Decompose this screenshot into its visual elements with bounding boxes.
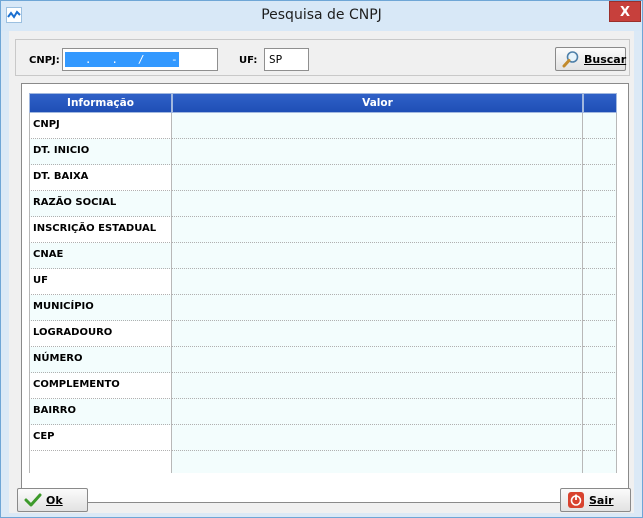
cell-extra [583, 165, 617, 191]
empty-cell [29, 451, 172, 473]
cell-extra [583, 399, 617, 425]
sair-button[interactable]: Sair [560, 488, 631, 512]
cell-extra [583, 347, 617, 373]
table-row[interactable]: CNPJ [29, 113, 617, 139]
cell-valor[interactable] [172, 425, 583, 451]
uf-input[interactable]: SP [264, 48, 309, 71]
cell-valor[interactable] [172, 243, 583, 269]
table-row[interactable]: CNAE [29, 243, 617, 269]
cell-valor[interactable] [172, 217, 583, 243]
cell-extra [583, 269, 617, 295]
table-row[interactable]: LOGRADOURO [29, 321, 617, 347]
cell-informacao[interactable]: RAZÃO SOCIAL [29, 191, 172, 217]
header-extra [583, 93, 617, 113]
cell-valor[interactable] [172, 165, 583, 191]
window-title: Pesquisa de CNPJ [261, 7, 382, 23]
window: Pesquisa de CNPJ X CNPJ: . . / - UF: SP … [0, 0, 643, 518]
cell-informacao[interactable]: DT. INICIO [29, 139, 172, 165]
cell-valor[interactable] [172, 399, 583, 425]
cell-informacao[interactable]: CNPJ [29, 113, 172, 139]
title-bar: Pesquisa de CNPJ X [1, 1, 642, 31]
cell-extra [583, 191, 617, 217]
uf-label: UF: [239, 55, 258, 66]
cell-informacao[interactable]: DT. BAIXA [29, 165, 172, 191]
cell-informacao[interactable]: LOGRADOURO [29, 321, 172, 347]
cell-informacao[interactable]: MUNICÍPIO [29, 295, 172, 321]
cell-informacao[interactable]: CNAE [29, 243, 172, 269]
sair-label: Sair [589, 493, 614, 507]
empty-cell [583, 451, 617, 473]
close-button[interactable]: X [609, 1, 641, 22]
cell-informacao[interactable]: BAIRRO [29, 399, 172, 425]
table-row[interactable]: BAIRRO [29, 399, 617, 425]
cnpj-input-value: . . / - [65, 52, 191, 67]
cnpj-input[interactable]: . . / - [62, 48, 218, 71]
cell-valor[interactable] [172, 113, 583, 139]
grid-body: CNPJ DT. INICIO DT. BAIXA RAZÃO SOCIAL INSCR… [29, 113, 617, 477]
table-row[interactable]: RAZÃO SOCIAL [29, 191, 617, 217]
table-row[interactable]: MUNICÍPIO [29, 295, 617, 321]
header-valor[interactable]: Valor [172, 93, 583, 113]
grid-header: Informação Valor [29, 93, 617, 113]
buscar-label: Buscar [584, 52, 627, 66]
cell-valor[interactable] [172, 321, 583, 347]
table-row[interactable]: NÚMERO [29, 347, 617, 373]
cell-extra [583, 321, 617, 347]
cell-informacao[interactable]: CEP [29, 425, 172, 451]
cell-valor[interactable] [172, 191, 583, 217]
cell-valor[interactable] [172, 373, 583, 399]
check-icon [24, 491, 42, 509]
empty-row [29, 451, 617, 477]
cell-informacao[interactable]: NÚMERO [29, 347, 172, 373]
cell-valor[interactable] [172, 347, 583, 373]
power-icon [567, 491, 585, 509]
table-row[interactable]: DT. INICIO [29, 139, 617, 165]
table-row[interactable]: DT. BAIXA [29, 165, 617, 191]
cell-extra [583, 217, 617, 243]
table-row[interactable]: UF [29, 269, 617, 295]
buscar-button[interactable]: Buscar [555, 47, 626, 71]
table-row[interactable]: INSCRIÇÃO ESTADUAL [29, 217, 617, 243]
table-row[interactable]: COMPLEMENTO [29, 373, 617, 399]
cell-valor[interactable] [172, 295, 583, 321]
cell-extra [583, 139, 617, 165]
cell-valor[interactable] [172, 269, 583, 295]
search-panel: CNPJ: . . / - UF: SP Buscar [15, 39, 630, 76]
ok-button[interactable]: Ok [17, 488, 88, 512]
table-row[interactable]: CEP [29, 425, 617, 451]
ok-label: Ok [46, 493, 63, 507]
empty-cell [172, 451, 583, 473]
cell-extra [583, 425, 617, 451]
client-area: CNPJ: . . / - UF: SP Buscar Informação V… [9, 31, 634, 513]
cell-valor[interactable] [172, 139, 583, 165]
cell-extra [583, 295, 617, 321]
search-icon [562, 50, 580, 68]
cell-extra [583, 373, 617, 399]
cell-extra [583, 113, 617, 139]
results-grid[interactable]: Informação Valor CNPJ DT. INICIO DT. BAIXA… [21, 83, 629, 503]
header-informacao[interactable]: Informação [29, 93, 172, 113]
cell-extra [583, 243, 617, 269]
cell-informacao[interactable]: COMPLEMENTO [29, 373, 172, 399]
cell-informacao[interactable]: UF [29, 269, 172, 295]
cnpj-label: CNPJ: [29, 55, 60, 66]
cell-informacao[interactable]: INSCRIÇÃO ESTADUAL [29, 217, 172, 243]
